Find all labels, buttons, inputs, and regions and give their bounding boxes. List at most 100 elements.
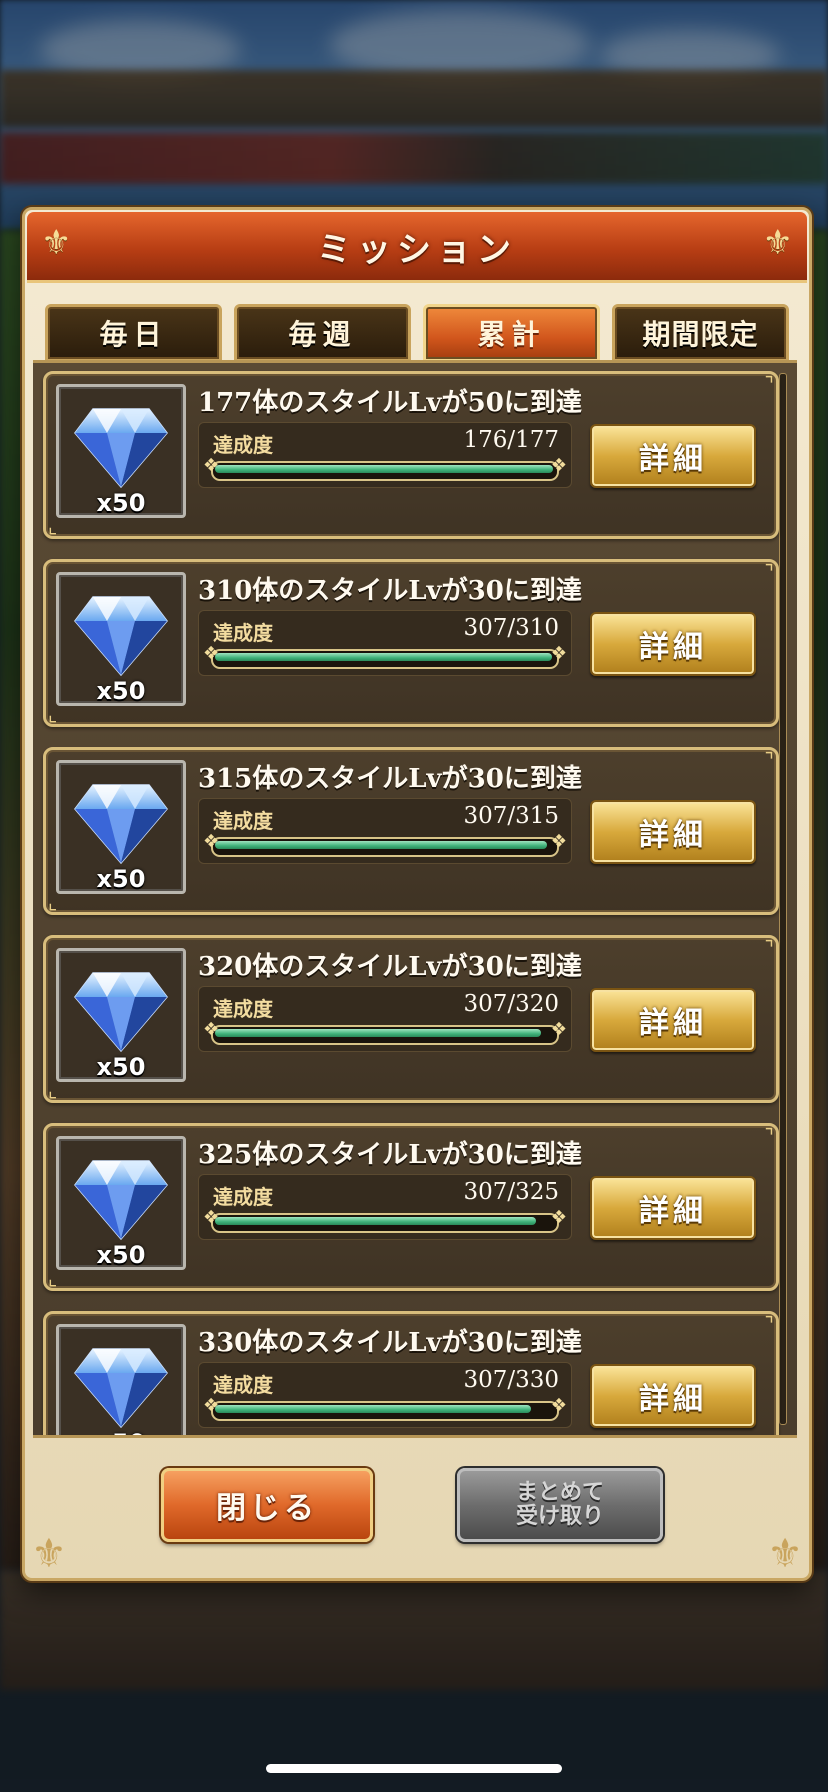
reward-slot[interactable]: x50 [56, 1324, 186, 1435]
tab-label: 期間限定 [642, 318, 759, 351]
mission-title: 330体のスタイルLvが30に到達 [198, 1328, 582, 1358]
progress-value: 307/320 [463, 991, 559, 1017]
reward-quantity: x50 [96, 1241, 146, 1269]
progress-value: 307/330 [463, 1367, 559, 1393]
corner-ornament-icon: ⌞ [48, 1078, 58, 1102]
scrollbar[interactable] [779, 373, 787, 1425]
reward-slot[interactable]: x50 [56, 384, 186, 518]
mission-row: ⌝ ⌞ x50 330 [43, 1311, 779, 1435]
diamond-icon [74, 1348, 168, 1429]
progress-bar: ❖ ❖ [203, 645, 567, 669]
mission-dialog: ⚜ ミッション ⚜ 毎日 毎週 累計 期間限定 ⌝ ⌞ x50 177体のスタイ… [22, 207, 812, 1581]
dialog-footer: ⚜ 閉じる まとめて 受け取り ⚜ [25, 1438, 809, 1578]
diamond-icon [74, 784, 168, 865]
detail-button-label: 詳細 [639, 1382, 707, 1417]
tab-limited-time[interactable]: 期間限定 [612, 304, 789, 362]
mission-row: ⌝ ⌞ x50 177体のスタイルLvが50に到達 達成度 176/177 ❖ … [43, 371, 779, 539]
reward-quantity: x50 [96, 1053, 146, 1081]
dialog-title: ミッション [317, 229, 517, 270]
claim-all-button-label: まとめて 受け取り [515, 1480, 604, 1529]
corner-ornament-icon: ⌝ [764, 1124, 774, 1148]
fleur-ornament-icon: ⚜ [762, 223, 793, 263]
dialog-title-bar: ⚜ ミッション ⚜ [27, 212, 807, 283]
tab-label: 毎日 [99, 318, 168, 351]
corner-ornament-icon: ⌝ [764, 1312, 774, 1336]
bar-cap-icon: ❖ [550, 831, 567, 852]
progress-label: 達成度 [213, 1185, 273, 1209]
detail-button-label: 詳細 [639, 442, 707, 477]
progress-label: 達成度 [213, 997, 273, 1021]
corner-ornament-icon: ⌝ [764, 372, 774, 396]
progress-box: 達成度 307/310 ❖ ❖ [198, 610, 572, 676]
detail-button[interactable]: 詳細 [590, 1176, 756, 1240]
fleur-ornament-icon: ⚜ [41, 223, 72, 263]
progress-value: 307/325 [463, 1179, 559, 1205]
reward-slot[interactable]: x50 [56, 948, 186, 1082]
reward-slot[interactable]: x50 [56, 572, 186, 706]
mission-row: ⌝ ⌞ x50 325体のスタイルLvが30に到達 達成度 307/325 ❖ … [43, 1123, 779, 1291]
tab-weekly[interactable]: 毎週 [234, 304, 411, 362]
diamond-icon [74, 1160, 168, 1241]
progress-value: 176/177 [463, 427, 559, 453]
progress-bar-fill [215, 465, 553, 473]
close-button[interactable]: 閉じる [161, 1468, 373, 1542]
mission-title: 325体のスタイルLvが30に到達 [198, 1140, 582, 1170]
mission-list-panel[interactable]: ⌝ ⌞ x50 177体のスタイルLvが50に到達 達成度 176/177 ❖ … [33, 360, 797, 1438]
mission-row: ⌝ ⌞ x50 310体のスタイルLvが30に到達 達成度 307/310 ❖ … [43, 559, 779, 727]
progress-bar-fill [215, 1405, 531, 1413]
progress-bar-fill [215, 653, 552, 661]
home-indicator[interactable] [266, 1764, 562, 1773]
claim-all-button[interactable]: まとめて 受け取り [457, 1468, 663, 1542]
progress-label: 達成度 [213, 1373, 273, 1397]
progress-label: 達成度 [213, 621, 273, 645]
mission-title: 177体のスタイルLvが50に到達 [198, 388, 582, 418]
detail-button[interactable]: 詳細 [590, 1364, 756, 1428]
detail-button[interactable]: 詳細 [590, 800, 756, 864]
detail-button[interactable]: 詳細 [590, 612, 756, 676]
detail-button-label: 詳細 [639, 630, 707, 665]
tab-cumulative[interactable]: 累計 [423, 304, 600, 362]
progress-bar: ❖ ❖ [203, 833, 567, 857]
detail-button-label: 詳細 [639, 818, 707, 853]
bar-cap-icon: ❖ [550, 1019, 567, 1040]
mission-title: 315体のスタイルLvが30に到達 [198, 764, 582, 794]
reward-slot[interactable]: x50 [56, 760, 186, 894]
diamond-icon [74, 408, 168, 489]
progress-label: 達成度 [213, 809, 273, 833]
detail-button[interactable]: 詳細 [590, 424, 756, 488]
corner-ornament-icon: ⌞ [48, 514, 58, 538]
mission-row: ⌝ ⌞ x50 320体のスタイルLvが30に到達 達成度 307/320 ❖ … [43, 935, 779, 1103]
progress-bar-fill [215, 1029, 541, 1037]
corner-ornament-icon: ⌞ [48, 702, 58, 726]
tab-daily[interactable]: 毎日 [45, 304, 222, 362]
detail-button-label: 詳細 [639, 1194, 707, 1229]
reward-quantity: x50 [59, 1429, 183, 1435]
mission-row: ⌝ ⌞ x50 315体のスタイルLvが30に到達 達成度 307/315 ❖ … [43, 747, 779, 915]
progress-bar: ❖ ❖ [203, 1021, 567, 1045]
reward-slot[interactable]: x50 [56, 1136, 186, 1270]
detail-button-label: 詳細 [639, 1006, 707, 1041]
corner-ornament-icon: ⌞ [48, 1266, 58, 1290]
fleur-ornament-icon: ⚜ [767, 1531, 803, 1577]
progress-bar: ❖ ❖ [203, 1397, 567, 1421]
reward-quantity: x50 [96, 865, 146, 893]
corner-ornament-icon: ⌞ [48, 890, 58, 914]
corner-ornament-icon: ⌝ [764, 748, 774, 772]
progress-bar-fill [215, 841, 547, 849]
corner-ornament-icon: ⌝ [764, 560, 774, 584]
detail-button[interactable]: 詳細 [590, 988, 756, 1052]
progress-box: 達成度 307/330 ❖ ❖ [198, 1362, 572, 1428]
mission-list: ⌝ ⌞ x50 177体のスタイルLvが50に到達 達成度 176/177 ❖ … [43, 371, 779, 1435]
diamond-icon [74, 972, 168, 1053]
progress-label: 達成度 [213, 433, 273, 457]
bar-cap-icon: ❖ [550, 643, 567, 664]
reward-quantity: x50 [96, 677, 146, 705]
progress-bar: ❖ ❖ [203, 457, 567, 481]
progress-box: 達成度 307/315 ❖ ❖ [198, 798, 572, 864]
corner-ornament-icon: ⌝ [764, 936, 774, 960]
progress-box: 達成度 176/177 ❖ ❖ [198, 422, 572, 488]
bar-cap-icon: ❖ [550, 1207, 567, 1228]
mission-title: 310体のスタイルLvが30に到達 [198, 576, 582, 606]
tab-label: 累計 [477, 318, 546, 351]
progress-box: 達成度 307/320 ❖ ❖ [198, 986, 572, 1052]
